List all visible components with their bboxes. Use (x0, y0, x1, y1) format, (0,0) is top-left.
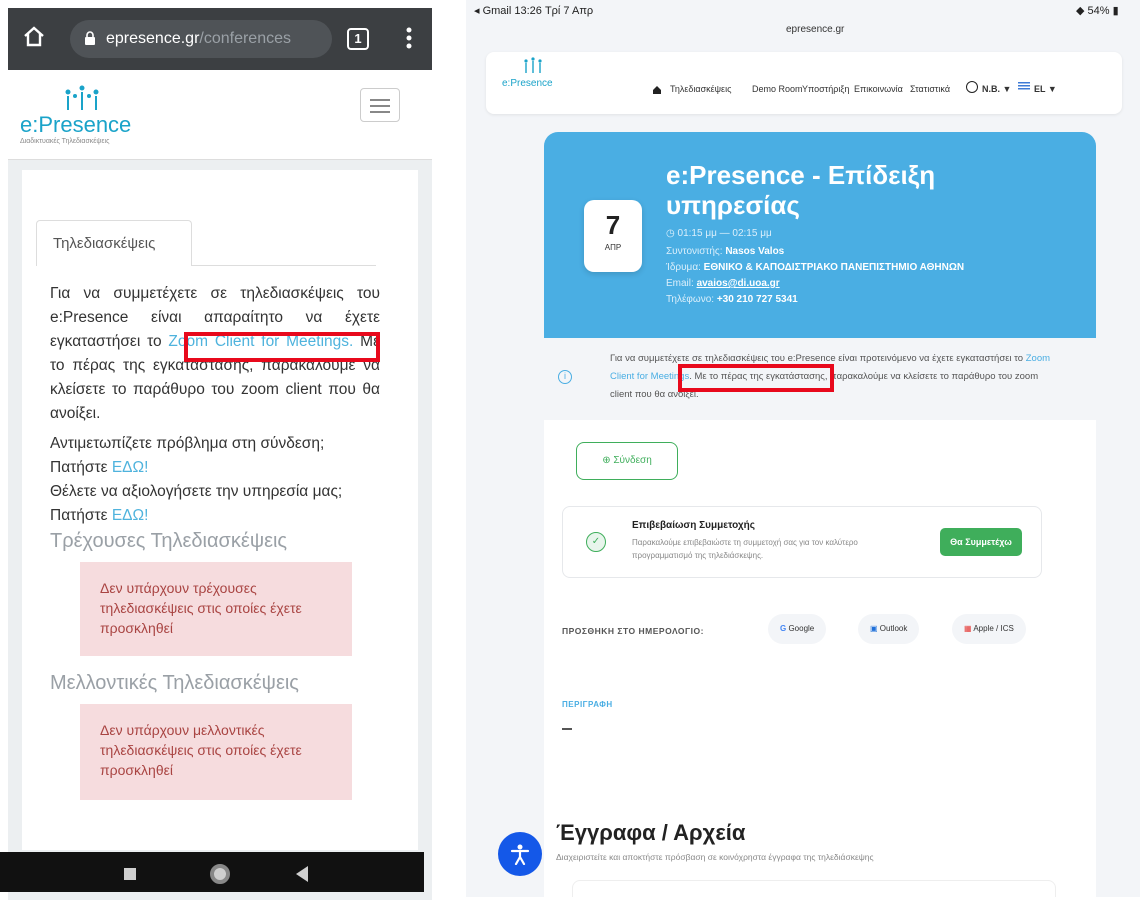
check-circle-icon: ✓ (586, 532, 606, 552)
menu-toggle-button[interactable] (360, 88, 400, 122)
logo-figures-icon (65, 85, 99, 110)
phone-value: +30 210 727 5341 (716, 294, 798, 305)
event-time-value: 01:15 μμ — 02:15 μμ (677, 228, 772, 239)
event-email: Email: avaios@di.uoa.gr (666, 278, 780, 289)
epresence-logo[interactable]: e:Presence Διαδικτυακές Τηλεδιασκέψεις (18, 80, 138, 156)
confirm-text: Παρακαλούμε επιβεβαιώστε τη συμμετοχή σα… (632, 538, 858, 560)
home-icon[interactable] (652, 82, 662, 100)
user-initials: N.B. (982, 84, 1000, 94)
nav-support[interactable]: Υποστήριξη (802, 84, 849, 94)
status-bar: ◂ Gmail 13:26 Τρί 7 Απρ ◆ 54% ▮ epresenc… (466, 0, 1140, 40)
logo-tagline: Διαδικτυακές Τηλεδιασκέψεις (20, 138, 110, 145)
back-button[interactable] (296, 866, 308, 882)
problem-link[interactable]: ΕΔΩ! (112, 459, 149, 476)
event-phone: Τηλέφωνο: +30 210 727 5341 (666, 294, 798, 305)
logo-figures-icon (524, 57, 542, 73)
user-icon[interactable] (966, 81, 978, 93)
google-label: Google (788, 624, 815, 633)
status-left: ◂ Gmail 13:26 Τρί 7 Απρ (474, 5, 594, 17)
email-link[interactable]: avaios@di.uoa.gr (697, 278, 780, 289)
attend-button[interactable]: Θα Συμμετέχω (940, 528, 1022, 556)
apple-label: Apple / ICS (973, 624, 1014, 633)
info-icon: i (558, 370, 572, 384)
nav-statistics[interactable]: Στατιστικά (910, 84, 950, 94)
home-icon[interactable] (22, 25, 46, 53)
accessibility-icon (510, 844, 530, 866)
event-day: 7 (605, 210, 621, 240)
nav-teleconferences[interactable]: Τηλεδιασκέψεις (670, 84, 731, 94)
tab-divider (192, 265, 376, 266)
join-icon: ⊕ (602, 455, 614, 466)
files-title: Έγγραφα / Αρχεία (556, 820, 746, 845)
event-institution: Ίδρυμα: ΕΘΝΙΚΟ & ΚΑΠΟΔΙΣΤΡΙΑΚΟ ΠΑΝΕΠΙΣΤΗ… (666, 262, 964, 273)
phone-label: Τηλέφωνο: (666, 294, 717, 305)
nav-language[interactable]: EL ▼ (1034, 84, 1057, 94)
battery-percent: 54% (1087, 5, 1110, 17)
confirm-title: Επιβεβαίωση Συμμετοχής (632, 520, 755, 531)
logo-text: e:Presence (20, 112, 132, 137)
site-header: e:Presence Διαδικτυακές Τηλεδιασκέψεις (8, 70, 432, 160)
event-month: ΑΠΡ (604, 243, 622, 252)
nav-user[interactable]: N.B. ▼ (982, 84, 1011, 94)
rate-press: Πατήστε (50, 507, 112, 524)
problem-text: Αντιμετωπίζετε πρόβλημα στη σύνδεση; (50, 435, 325, 452)
url-domain: epresence.gr (106, 30, 200, 47)
highlight-box (678, 364, 834, 392)
institution-label: Ίδρυμα: (666, 262, 704, 273)
clock-icon: ◷ (666, 228, 678, 239)
coordinator-value: Nasos Valos (725, 246, 785, 257)
battery-icon: ▮ (1109, 5, 1119, 17)
description-label: ΠΕΡΙΓΡΑΦΗ (562, 700, 613, 709)
language-code: EL (1034, 84, 1046, 94)
tablet-screenshot: ◂ Gmail 13:26 Τρί 7 Απρ ◆ 54% ▮ epresenc… (466, 0, 1140, 897)
coordinator-label: Συντονιστής: (666, 246, 726, 257)
current-empty-alert: Δεν υπάρχουν τρέχουσες τηλεδιασκέψεις στ… (80, 562, 352, 656)
info-text-start: Για να συμμετέχετε σε τηλεδιασκέψεις του… (610, 353, 1026, 364)
page-url: epresence.gr (786, 24, 845, 35)
greek-flag-icon (1018, 82, 1030, 91)
browser-toolbar: epresence.gr/conferences 1 (8, 8, 432, 70)
description-empty (562, 728, 572, 730)
event-title: e:Presence - Επίδειξη υπηρεσίας (666, 160, 936, 220)
google-calendar-button[interactable]: G Google (768, 614, 827, 644)
home-button[interactable] (210, 864, 230, 884)
future-conferences-title: Μελλοντικές Τηλεδιασκέψεις (50, 672, 299, 694)
join-button[interactable]: ⊕ Σύνδεση (576, 442, 678, 480)
wifi-icon: ◆ (1076, 5, 1088, 17)
url-field[interactable]: epresence.gr/conferences (70, 20, 332, 58)
files-subtitle: Διαχειριστείτε και αποκτήστε πρόσβαση σε… (556, 852, 874, 862)
apple-calendar-button[interactable]: ▦ Apple / ICS (952, 614, 1026, 644)
help-paragraph: Αντιμετωπίζετε πρόβλημα στη σύνδεση; Πατ… (50, 432, 380, 528)
lock-icon (85, 31, 95, 45)
battery-status: ◆ 54% ▮ (1076, 4, 1119, 17)
calendar-label: ΠΡΟΣΘΗΚΗ ΣΤΟ ΗΜΕΡΟΛΟΓΙΟ: (562, 626, 704, 636)
outlook-label: Outlook (879, 624, 908, 633)
problem-press: Πατήστε (50, 459, 112, 476)
url-path: /conferences (199, 30, 291, 47)
event-coordinator: Συντονιστής: Nasos Valos (666, 246, 784, 257)
join-label: Σύνδεση (613, 455, 652, 466)
accessibility-button[interactable] (498, 832, 542, 876)
current-conferences-title: Τρέχουσες Τηλεδιασκέψεις (50, 530, 288, 552)
nav-contact[interactable]: Επικοινωνία (854, 84, 903, 94)
tab-teleconferences[interactable]: Τηλεδιασκέψεις (36, 220, 192, 266)
logo-text: e:Presence (502, 78, 553, 89)
email-label: Email: (666, 278, 697, 289)
future-empty-alert: Δεν υπάρχουν μελλοντικές τηλεδιασκέψεις … (80, 704, 352, 800)
highlight-box (184, 332, 380, 362)
rate-link[interactable]: ΕΔΩ! (112, 507, 149, 524)
epresence-logo-small[interactable]: e:Presence (502, 56, 572, 108)
nav-demo-room[interactable]: Demo Room (752, 84, 803, 94)
more-menu-icon[interactable] (406, 26, 412, 55)
rate-text: Θέλετε να αξιολογήσετε την υπηρεσία μας; (50, 483, 343, 500)
tab-switcher-button[interactable]: 1 (347, 28, 369, 50)
outlook-calendar-button[interactable]: ▣ Outlook (858, 614, 920, 644)
event-date-badge: 7 ΑΠΡ (584, 200, 642, 272)
files-card (572, 880, 1056, 897)
recents-button[interactable] (124, 868, 136, 880)
apple-calendar-icon: ▦ (964, 624, 974, 633)
outlook-icon: ▣ (870, 624, 880, 633)
event-time: ◷ 01:15 μμ — 02:15 μμ (666, 228, 772, 239)
institution-value: ΕΘΝΙΚΟ & ΚΑΠΟΔΙΣΤΡΙΑΚΟ ΠΑΝΕΠΙΣΤΗΜΙΟ ΑΘΗΝ… (703, 262, 965, 273)
